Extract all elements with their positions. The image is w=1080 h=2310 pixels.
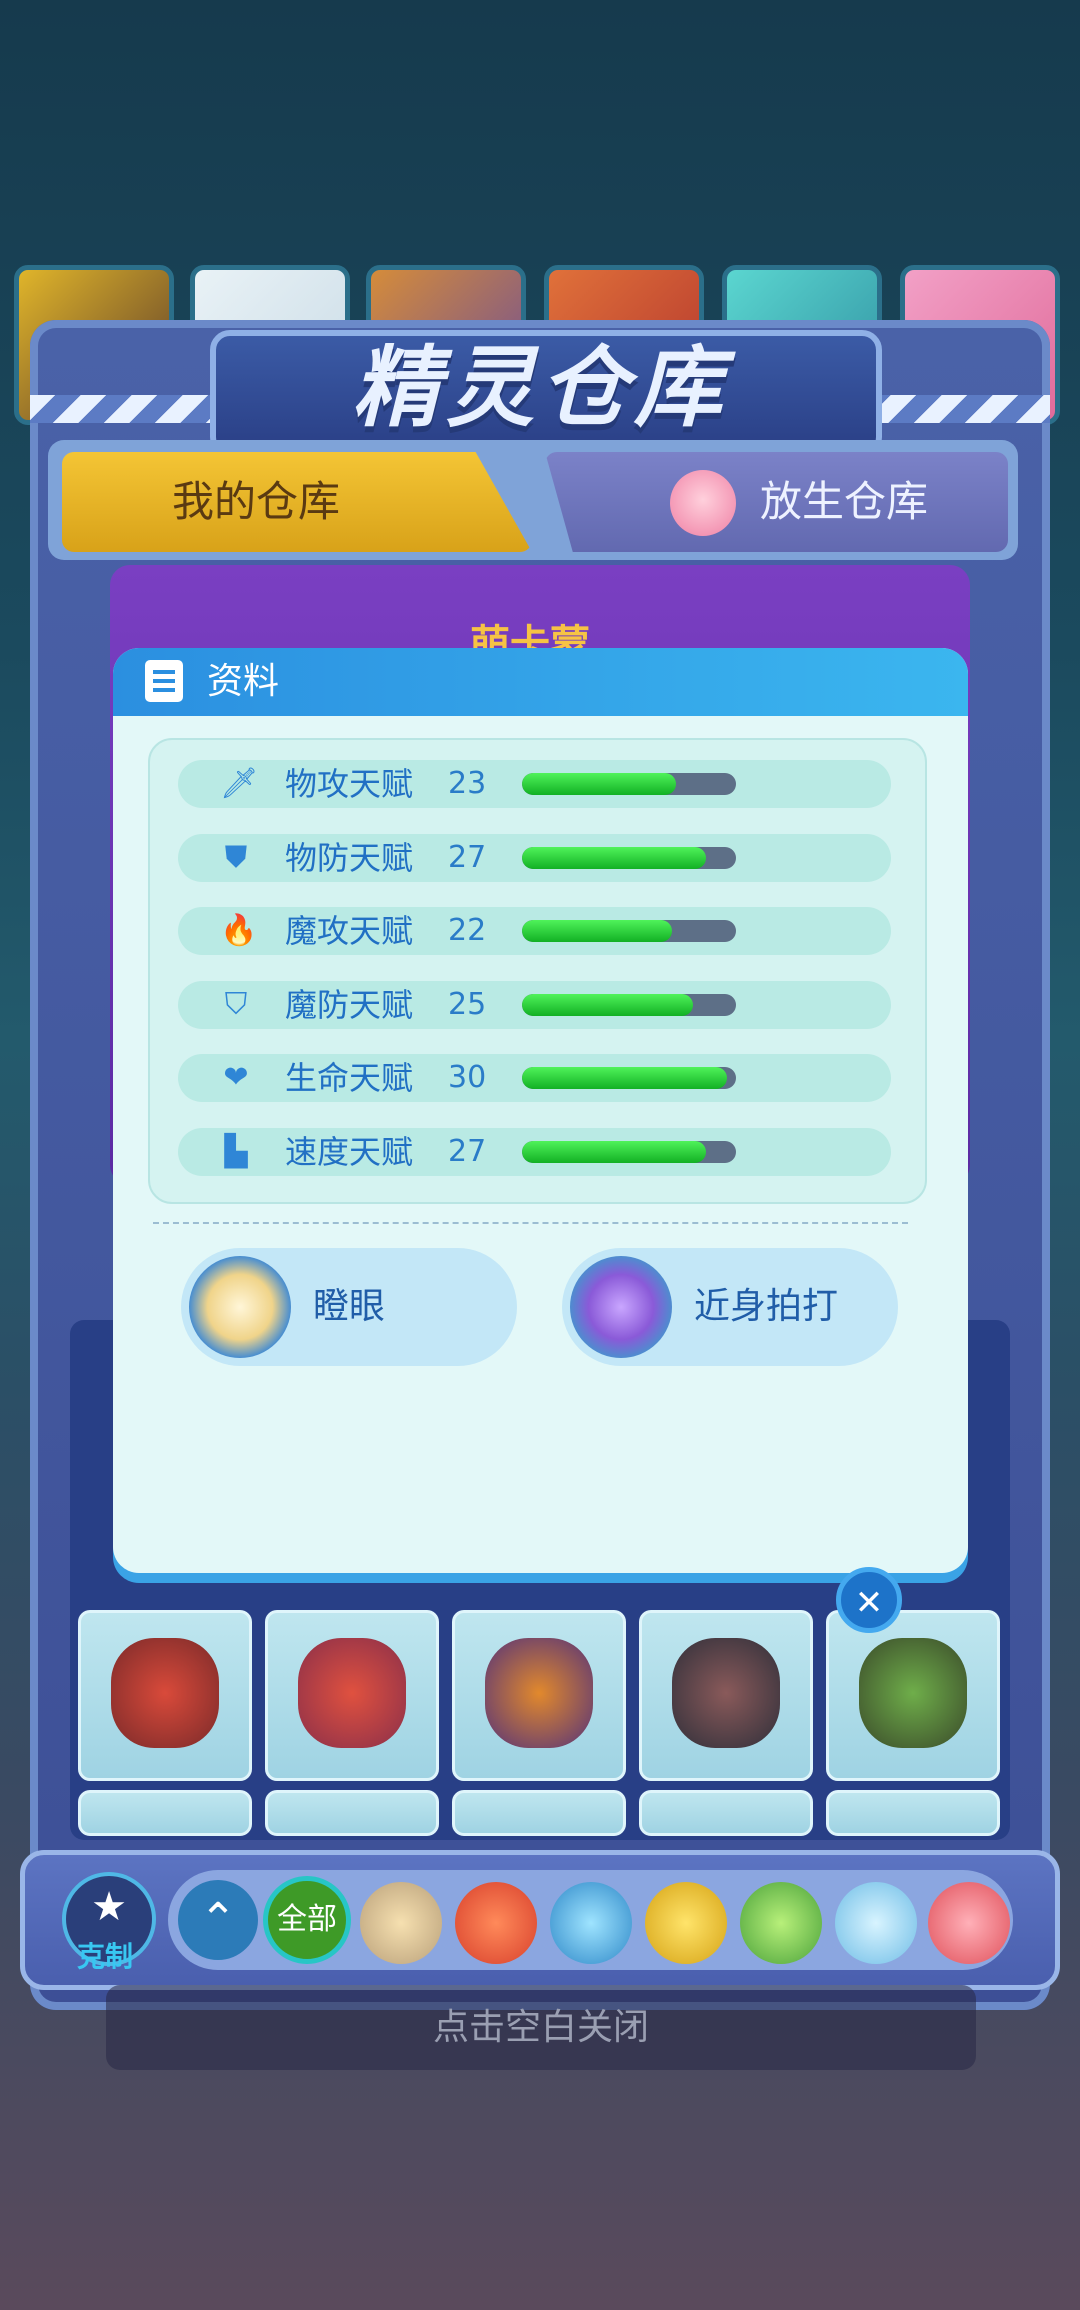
talent-bar-fill	[522, 993, 694, 1016]
dialog-title: 资料	[207, 661, 280, 702]
talent-bar	[522, 920, 736, 942]
talent-bar	[522, 1067, 736, 1089]
creature-sprite	[485, 1638, 593, 1748]
talent-bar-fill	[522, 846, 707, 869]
talent-row: ❤ 生命天赋 30	[178, 1054, 891, 1102]
creature-sprite	[672, 1638, 780, 1748]
bat-type-emblem-icon	[570, 1256, 672, 1358]
talent-row: ⛊ 物防天赋 27	[178, 833, 891, 882]
talent-bar-fill	[522, 1140, 707, 1163]
normal-type-emblem-icon	[189, 1256, 291, 1358]
skill-pill[interactable]: 近身拍打	[562, 1248, 898, 1366]
talent-label: 物攻天赋	[285, 765, 414, 803]
decorative-stripes	[30, 395, 240, 423]
talent-value: 22	[448, 913, 487, 948]
sword-icon: 🗡	[220, 766, 259, 801]
tab-label: 我的仓库	[172, 477, 341, 526]
tab-release-warehouse[interactable]: 放生仓库	[545, 452, 1008, 552]
ice-icon[interactable]	[835, 1882, 917, 1964]
electric-icon[interactable]	[645, 1882, 727, 1964]
magic-shield-icon: ⛉	[224, 986, 248, 1022]
tab-label: 放生仓库	[760, 477, 929, 526]
talent-bar	[522, 993, 736, 1016]
creature-card[interactable]	[265, 1790, 439, 1836]
creature-sprite	[298, 1638, 406, 1748]
skill-label: 近身拍打	[694, 1286, 839, 1327]
creature-card[interactable]	[826, 1610, 1000, 1781]
divider	[153, 1222, 908, 1224]
skill-pill[interactable]: 瞪眼	[181, 1248, 517, 1366]
close-dialog-button[interactable]: ✕	[836, 1567, 902, 1633]
talent-value: 25	[448, 986, 487, 1022]
talent-bar-fill	[522, 773, 677, 795]
boot-icon: ▙	[224, 1133, 248, 1169]
talent-label: 魔攻天赋	[285, 912, 414, 950]
talent-value: 27	[448, 1133, 487, 1169]
tap-blank-to-close-hint[interactable]: 点击空白关闭	[106, 1985, 976, 2070]
water-icon[interactable]	[550, 1882, 632, 1964]
talent-bar-fill	[522, 920, 672, 942]
flame-icon: 🔥	[220, 913, 258, 948]
shield-icon: ⛊	[224, 839, 248, 875]
talent-label: 生命天赋	[285, 1059, 414, 1097]
talent-bar	[522, 773, 736, 795]
creature-card[interactable]	[78, 1610, 252, 1781]
creature-sprite	[859, 1638, 967, 1748]
filter-all-button[interactable]: 全部	[263, 1876, 351, 1964]
creature-sprite	[111, 1638, 219, 1748]
talent-label: 物防天赋	[285, 838, 414, 877]
creature-card[interactable]	[826, 1790, 1000, 1836]
skill-label: 瞪眼	[313, 1286, 386, 1327]
fighting-icon[interactable]	[928, 1882, 1010, 1964]
talent-bar	[522, 846, 736, 869]
talent-row: ⛉ 魔防天赋 25	[178, 980, 891, 1029]
talent-row: ▙ 速度天赋 27	[178, 1127, 891, 1176]
creature-card[interactable]	[265, 1610, 439, 1781]
talent-value: 30	[448, 1060, 487, 1095]
creature-card[interactable]	[452, 1610, 626, 1781]
heart-plus-icon: ❤	[223, 1060, 249, 1095]
document-icon	[145, 660, 183, 702]
creature-card[interactable]	[639, 1610, 813, 1781]
creature-card[interactable]	[78, 1790, 252, 1836]
talent-row: 🗡 物攻天赋 23	[178, 760, 891, 808]
normal-icon[interactable]	[360, 1882, 442, 1964]
talent-bar-fill	[522, 1067, 728, 1089]
pink-creature-icon	[670, 470, 736, 536]
creature-card[interactable]	[639, 1790, 813, 1836]
star-icon: ★	[91, 1884, 127, 1930]
talent-bar	[522, 1140, 736, 1163]
counter-label: 克制	[76, 1940, 133, 1973]
talent-label: 速度天赋	[285, 1132, 414, 1171]
tab-my-warehouse[interactable]: 我的仓库	[62, 452, 532, 552]
talent-row: 🔥 魔攻天赋 22	[178, 907, 891, 955]
creature-card[interactable]	[452, 1790, 626, 1836]
fire-icon[interactable]	[455, 1882, 537, 1964]
collapse-up-icon[interactable]: ⌃	[178, 1880, 258, 1960]
talent-value: 23	[448, 766, 487, 801]
grass-icon[interactable]	[740, 1882, 822, 1964]
talent-label: 魔防天赋	[285, 985, 414, 1024]
page-title: 精灵仓库	[351, 336, 728, 439]
talent-value: 27	[448, 839, 487, 875]
